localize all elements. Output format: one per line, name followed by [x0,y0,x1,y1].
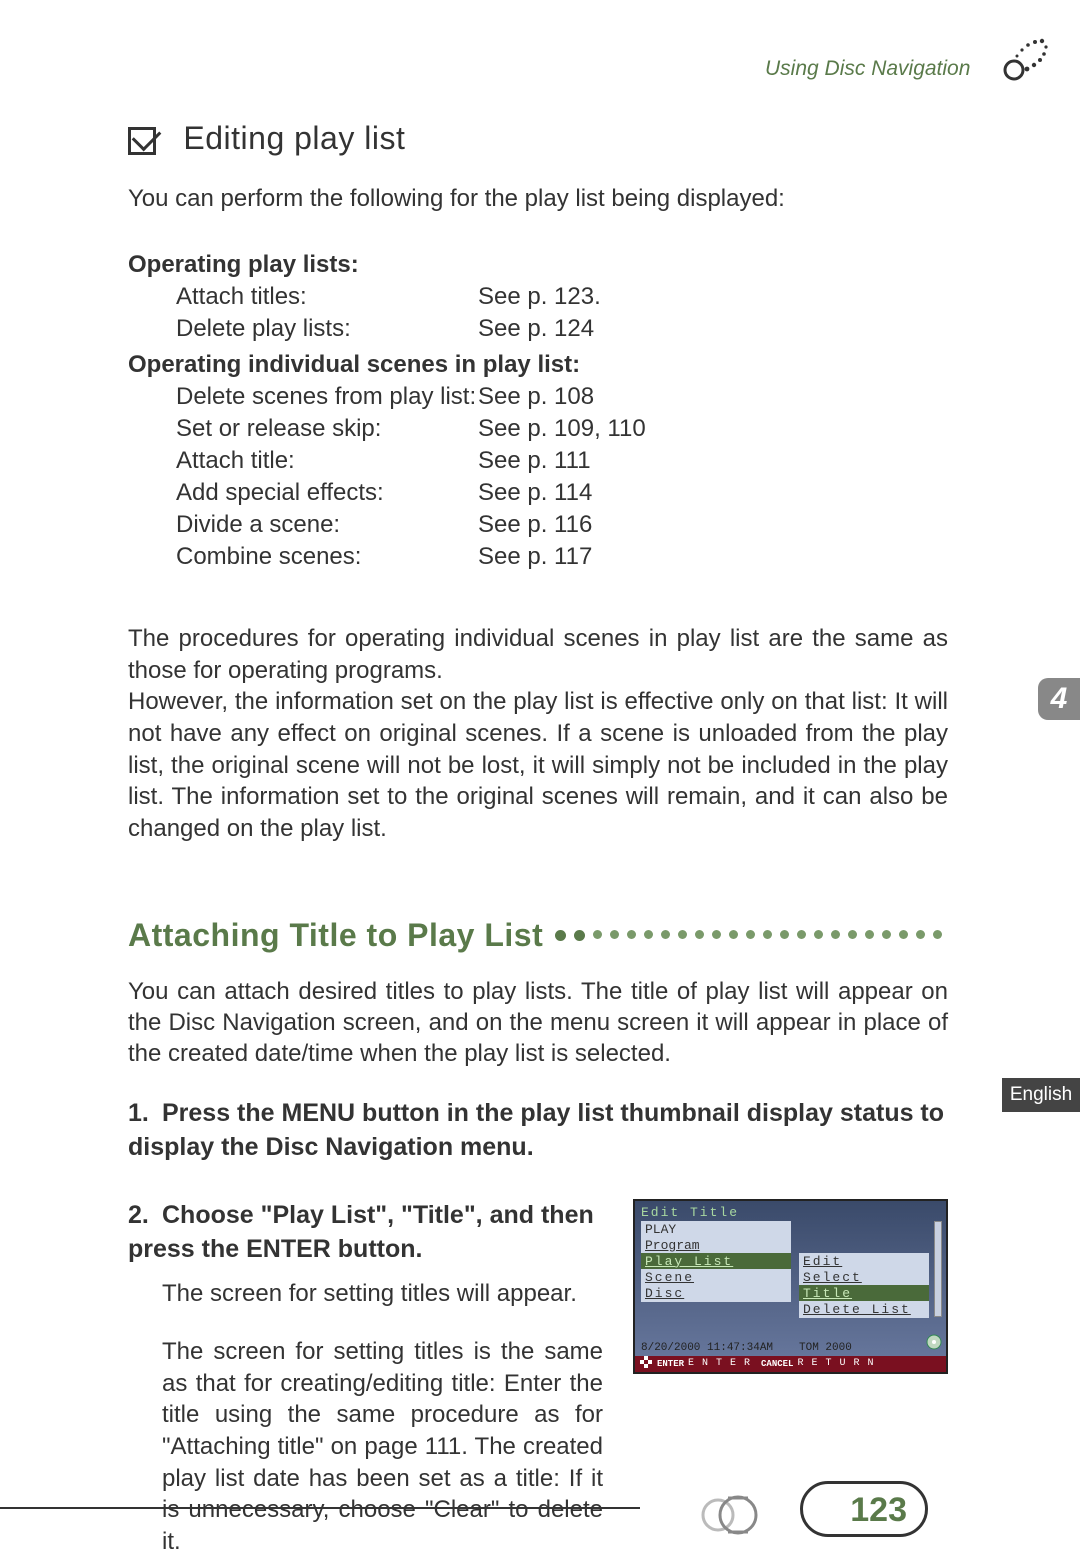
explain-p2: However, the information set on the play… [128,688,948,842]
row-ref: See p. 109, 110 [478,415,646,443]
row-ref: See p. 108 [478,383,594,411]
ss-footer-bar: ENTER E N T E R CANCEL R E T U R N [635,1356,946,1372]
row-label: Attach title: [128,447,478,475]
row-label: Delete scenes from play list: [128,383,478,411]
ss-sub-select: Select [799,1269,929,1286]
ss-sub-edit: Edit [799,1253,929,1270]
footer-rule [0,1507,640,1509]
step-1-text: Press the MENU button in the play list t… [128,1099,944,1161]
step-1: 1.Press the MENU button in the play list… [128,1097,948,1165]
section-heading: Editing play list [128,120,948,157]
header-decor-icon [994,28,1052,91]
checkbox-icon [128,127,156,155]
step-number: 1. [128,1097,162,1131]
step-2-note2: The screen for setting titles is the sam… [128,1336,603,1558]
ss-enter-key: ENTER [657,1359,684,1369]
table-row: Set or release skip:See p. 109, 110 [128,415,948,443]
attach-heading-text: Attaching Title to Play List [128,917,543,954]
row-label: Add special effects: [128,479,478,507]
table-row: Attach title:See p. 111 [128,447,948,475]
footer-circles-icon [700,1487,780,1548]
table-row: Attach titles: See p. 123. [128,283,948,311]
row-ref: See p. 114 [478,479,592,507]
ss-title: Edit Title [641,1205,739,1220]
table-row: Delete scenes from play list:See p. 108 [128,383,948,411]
oplist-heading: Operating play lists: [128,251,948,279]
ss-datetime: 8/20/2000 11:47:34AM [641,1342,773,1354]
ss-enter-lbl: E N T E R [688,1358,751,1369]
step-2-note1: The screen for setting titles will appea… [128,1278,603,1310]
table-row: Combine scenes:See p. 117 [128,543,948,571]
row-ref: See p. 117 [478,543,592,571]
step-number: 2. [128,1199,162,1233]
attach-heading: Attaching Title to Play List [128,917,948,954]
ss-sub-delete: Delete List [799,1301,929,1318]
ss-scrollbar [934,1221,942,1317]
nav-icon [639,1355,653,1373]
row-ref: See p. 124 [478,315,594,343]
row-label: Set or release skip: [128,415,478,443]
row-label: Delete play lists: [128,315,478,343]
step-2: 2.Choose "Play List", "Title", and then … [128,1199,603,1267]
ss-menu-play: PLAY [641,1221,791,1238]
row-ref: See p. 116 [478,511,592,539]
section-intro: You can perform the following for the pl… [128,185,948,213]
ss-cancel-key: CANCEL [761,1359,793,1369]
ss-menu-playlist: Play List [641,1253,791,1270]
table-row: Add special effects:See p. 114 [128,479,948,507]
row-ref: See p. 123. [478,283,601,311]
ss-menu-scene: Scene [641,1269,791,1286]
ss-menu-disc: Disc [641,1285,791,1302]
heading-dots-icon [555,930,942,941]
row-label: Attach titles: [128,283,478,311]
disc-icon [926,1334,942,1354]
table-row: Delete play lists: See p. 124 [128,315,948,343]
section-heading-text: Editing play list [183,120,405,156]
step-2-text: Choose "Play List", "Title", and then pr… [128,1201,594,1263]
ss-sub-title: Title [799,1285,929,1302]
attach-intro: You can attach desired titles to play li… [128,976,948,1070]
row-label: Combine scenes: [128,543,478,571]
ss-titleval: TOM 2000 [799,1342,852,1354]
table-row: Divide a scene:See p. 116 [128,511,948,539]
chapter-tab: 4 [1038,678,1080,720]
ss-cancel-lbl: R E T U R N [797,1358,874,1369]
ss-menu-program: Program [641,1237,791,1254]
row-ref: See p. 111 [478,447,591,475]
explain-para: The procedures for operating individual … [128,623,948,845]
language-tab: English [1002,1078,1080,1112]
scene-heading: Operating individual scenes in play list… [128,351,948,379]
header-section-label: Using Disc Navigation [765,57,970,81]
explain-p1: The procedures for operating individual … [128,625,948,684]
row-label: Divide a scene: [128,511,478,539]
